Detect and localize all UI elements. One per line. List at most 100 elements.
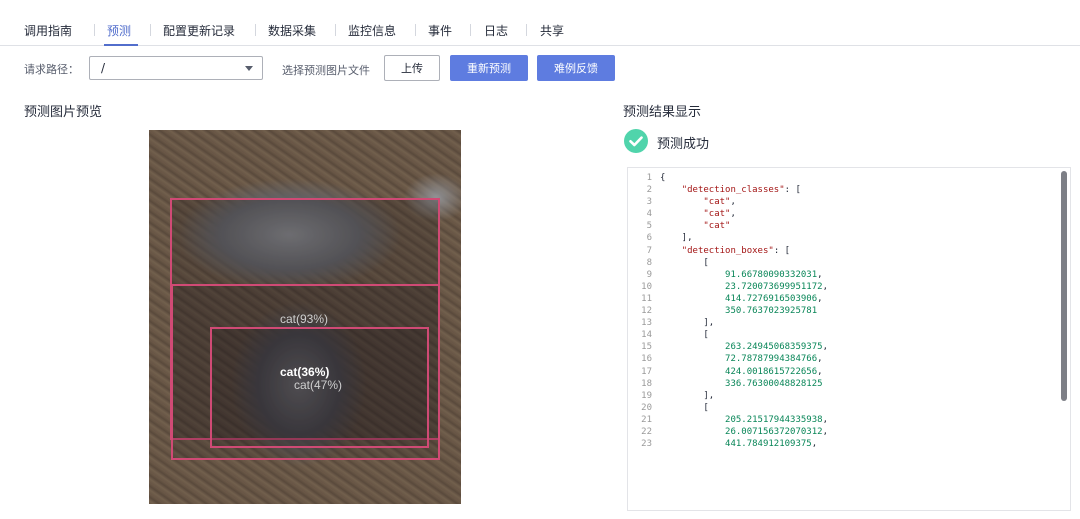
line-number: 4 (646, 209, 652, 220)
code-line: 2 "detection_classes": [ (628, 184, 1058, 196)
line-number: 21 (641, 414, 652, 425)
line-number: 17 (641, 366, 652, 377)
code-text: 424.0018615722656, (725, 366, 823, 377)
preview-title: 预测图片预览 (24, 105, 103, 120)
line-number: 19 (641, 390, 652, 401)
request-path-value: / (101, 61, 106, 75)
upload-button[interactable]: 上传 (384, 55, 440, 81)
result-title: 预测结果显示 (623, 105, 702, 120)
active-tab-indicator (104, 44, 138, 46)
line-number: 15 (641, 342, 652, 353)
tab-events[interactable]: 事件 (428, 22, 452, 39)
tab-data-collection[interactable]: 数据采集 (268, 22, 316, 39)
code-line: 4 "cat", (628, 208, 1058, 220)
code-line: 13 ], (628, 317, 1058, 329)
code-line: 7 "detection_boxes": [ (628, 245, 1058, 257)
code-text: "cat", (703, 197, 736, 208)
tab-divider (150, 24, 151, 36)
line-number: 13 (641, 318, 652, 329)
code-line: 16 72.78787994384766, (628, 353, 1058, 365)
code-text: 205.21517944335938, (725, 414, 828, 425)
tab-logs[interactable]: 日志 (484, 22, 508, 39)
code-text: 26.007156372070312, (725, 426, 828, 437)
code-text: [ (660, 257, 709, 268)
code-text: [ (660, 330, 709, 341)
result-json-viewer[interactable]: 1{2 "detection_classes": [3 "cat", 4 "cat… (627, 167, 1071, 511)
code-text: 441.784912109375, (725, 439, 818, 450)
code-text: "detection_classes": [ (681, 185, 801, 196)
detection-label: cat(47%) (294, 378, 343, 392)
code-line: 9 91.66780090332031, (628, 269, 1058, 281)
line-number: 22 (641, 426, 652, 437)
code-text: ], (660, 233, 693, 244)
code-line: 10 23.720073699951172, (628, 281, 1058, 293)
select-file-label: 选择预测图片文件 (282, 64, 370, 77)
prediction-image-preview: cat(93%) cat(36%) cat(47%) (149, 130, 461, 504)
code-line: 5 "cat" (628, 220, 1058, 232)
code-text: 72.78787994384766, (725, 354, 823, 365)
request-path-select[interactable]: / (89, 56, 263, 80)
line-number: 23 (641, 439, 652, 450)
code-line: 17 424.0018615722656, (628, 366, 1058, 378)
tab-divider (526, 24, 527, 36)
code-lines: 1{2 "detection_classes": [3 "cat", 4 "cat… (628, 172, 1058, 450)
line-number: 3 (646, 197, 652, 208)
code-line: 3 "cat", (628, 196, 1058, 208)
code-text: [ (660, 402, 709, 413)
code-text: "detection_boxes": [ (681, 245, 791, 256)
code-text: "cat", (703, 209, 736, 220)
code-text: 414.7276916503906, (725, 293, 823, 304)
code-text: 336.76300048828125 (725, 378, 823, 389)
hard-example-feedback-button[interactable]: 难例反馈 (537, 55, 615, 81)
code-text: 350.7637023925781 (725, 306, 818, 317)
line-number: 1 (646, 173, 652, 183)
code-text: 91.66780090332031, (725, 269, 823, 280)
code-text: { (660, 173, 666, 183)
code-line: 8 [ (628, 257, 1058, 269)
code-line: 18 336.76300048828125 (628, 378, 1058, 390)
detection-label: cat(93%) (280, 312, 329, 326)
tab-divider (470, 24, 471, 36)
tab-divider (94, 24, 95, 36)
tab-config-history[interactable]: 配置更新记录 (163, 22, 235, 39)
line-number: 10 (641, 281, 652, 292)
scrollbar[interactable] (1061, 171, 1067, 401)
code-line: 23 441.784912109375, (628, 438, 1058, 450)
tab-call-guide[interactable]: 调用指南 (24, 22, 72, 39)
tab-share[interactable]: 共享 (540, 22, 564, 39)
line-number: 20 (641, 402, 652, 413)
tab-divider (415, 24, 416, 36)
line-number: 8 (646, 257, 652, 268)
code-text: "cat" (703, 221, 731, 232)
tab-predict[interactable]: 预测 (107, 22, 131, 39)
code-line: 15 263.24945068359375, (628, 341, 1058, 353)
line-number: 14 (641, 330, 652, 341)
tab-monitoring[interactable]: 监控信息 (348, 22, 396, 39)
code-line: 6 ], (628, 232, 1058, 244)
line-number: 6 (646, 233, 652, 244)
repredict-button[interactable]: 重新预测 (450, 55, 528, 81)
chevron-down-icon (245, 66, 253, 71)
code-text: ], (660, 390, 715, 401)
request-path-label: 请求路径： (24, 63, 79, 76)
code-line: 19 ], (628, 390, 1058, 402)
line-number: 12 (641, 306, 652, 317)
code-line: 12 350.7637023925781 (628, 305, 1058, 317)
code-line: 1{ (628, 172, 1058, 184)
code-line: 21 205.21517944335938, (628, 414, 1058, 426)
tab-bar: 调用指南 预测 配置更新记录 数据采集 监控信息 事件 日志 共享 (0, 0, 1080, 46)
code-line: 20 [ (628, 402, 1058, 414)
status-text: 预测成功 (657, 137, 710, 152)
line-number: 2 (646, 185, 652, 196)
line-number: 18 (641, 378, 652, 389)
code-text: 263.24945068359375, (725, 342, 828, 353)
line-number: 9 (646, 269, 652, 280)
line-number: 11 (641, 293, 652, 304)
line-number: 5 (646, 221, 652, 232)
code-line: 11 414.7276916503906, (628, 293, 1058, 305)
tab-divider (255, 24, 256, 36)
detection-label: cat(36%) (280, 365, 330, 379)
code-text: 23.720073699951172, (725, 281, 828, 292)
code-text: ], (660, 318, 715, 329)
check-circle-icon (624, 129, 648, 153)
